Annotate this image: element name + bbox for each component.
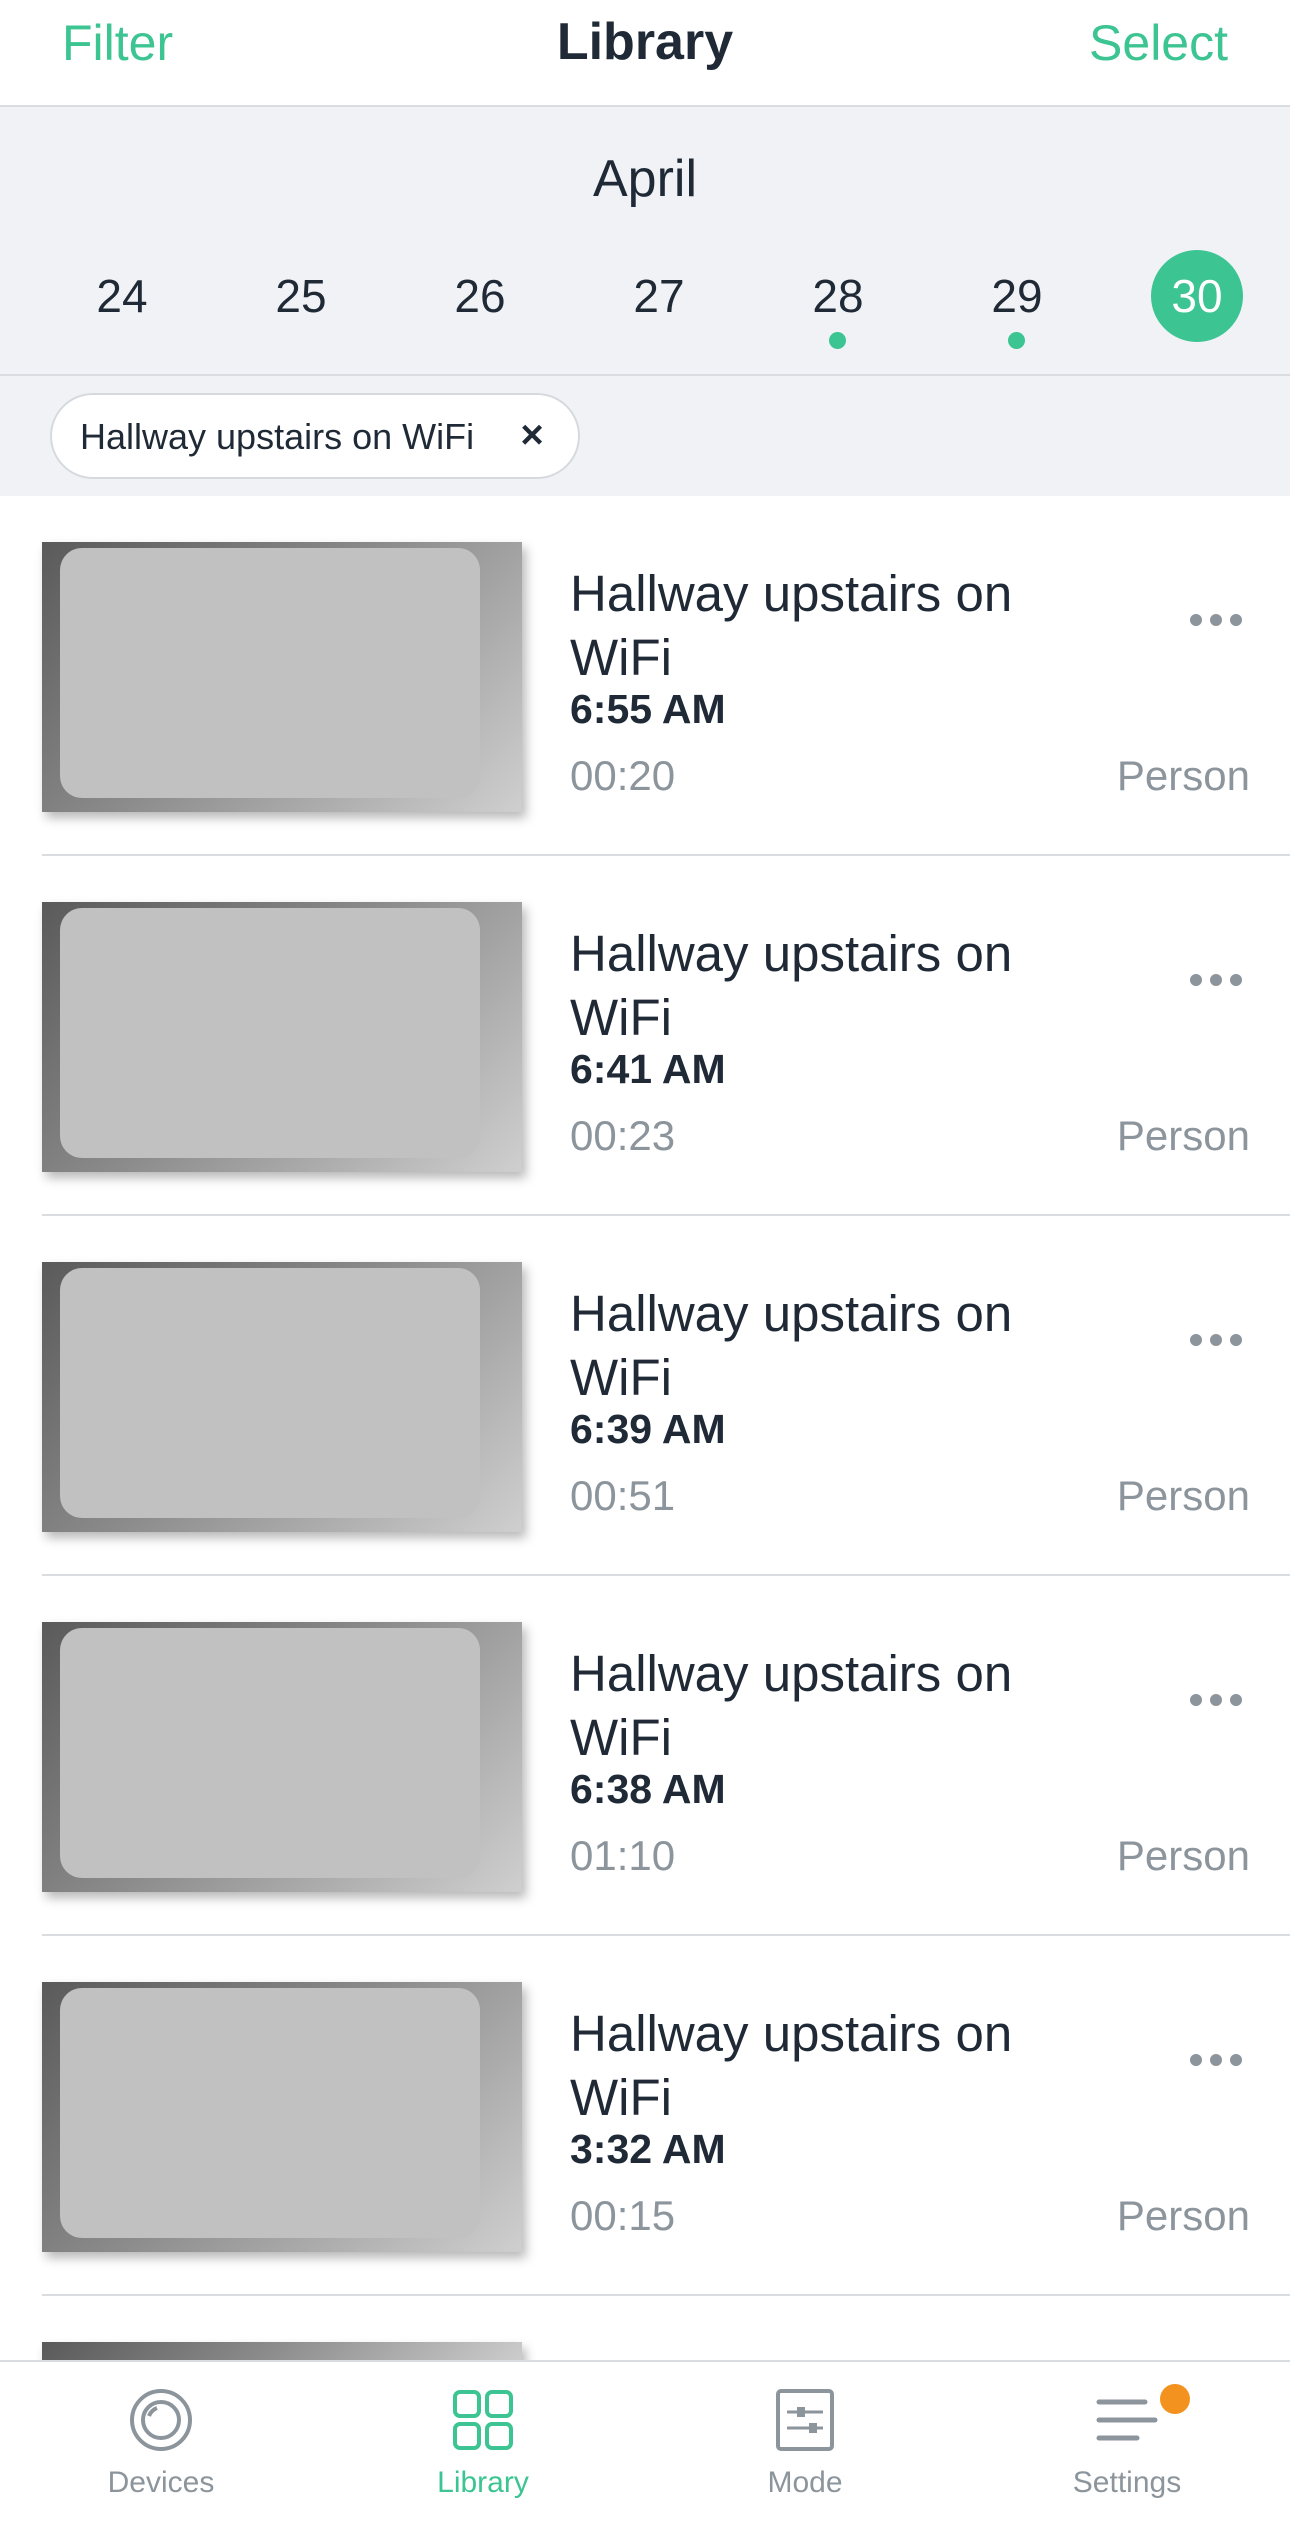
- more-dot: [1190, 974, 1202, 986]
- recording-thumbnail[interactable]: [42, 542, 522, 812]
- filter-chip-row: Hallway upstairs on WiFi ×: [0, 376, 1290, 496]
- more-options-icon[interactable]: [1190, 1694, 1246, 1708]
- settings-menu-icon: [1096, 2399, 1158, 2441]
- recording-duration: 01:10: [570, 1832, 676, 1879]
- day-number: 28: [812, 270, 864, 322]
- recording-thumbnail[interactable]: [42, 1622, 522, 1892]
- close-icon[interactable]: ×: [512, 415, 552, 455]
- month-label: April: [592, 150, 698, 208]
- detection-tag: Person: [1116, 752, 1250, 799]
- select-button[interactable]: Select: [1089, 14, 1228, 72]
- more-dot: [1190, 1694, 1202, 1706]
- thumbnail-redaction: [60, 1628, 480, 1878]
- event-dot: [1008, 332, 1025, 349]
- more-dot: [1230, 2054, 1242, 2066]
- thumbnail-redaction: [60, 908, 480, 1158]
- recording-duration: 00:15: [570, 2192, 676, 2239]
- nav-header: Filter Library Select: [0, 0, 1290, 107]
- more-dot: [1230, 614, 1242, 626]
- thumbnail-redaction: [60, 548, 480, 798]
- tab-label-settings: Settings: [1072, 2466, 1182, 2499]
- event-dot: [829, 332, 846, 349]
- more-dot: [1230, 974, 1242, 986]
- recording-item[interactable]: Hallway upstairs on WiFi 3:32 AM 00:15 Pers…: [0, 1936, 1290, 2296]
- recording-item[interactable]: Hallway upstairs on WiFi 6:38 AM 01:10 Pers…: [0, 1576, 1290, 1936]
- recording-duration: 00:23: [570, 1112, 676, 1159]
- thumbnail-redaction: [60, 1988, 480, 2238]
- day-number: 29: [991, 270, 1043, 322]
- more-dot: [1230, 1694, 1242, 1706]
- tab-mode[interactable]: Mode: [644, 2362, 966, 2533]
- tab-devices[interactable]: Devices: [0, 2362, 322, 2533]
- day-number: 26: [454, 270, 506, 322]
- recording-title: Hallway upstairs on WiFi: [570, 2005, 1013, 2126]
- recording-title: Hallway upstairs on WiFi: [570, 1285, 1013, 1406]
- day-2[interactable]: 26: [420, 250, 540, 342]
- more-dot: [1190, 1334, 1202, 1346]
- day-5[interactable]: 29: [957, 250, 1077, 349]
- library-grid-icon: [453, 2390, 513, 2450]
- tab-label-devices: Devices: [107, 2466, 215, 2499]
- more-dot: [1190, 614, 1202, 626]
- day-1[interactable]: 25: [241, 250, 361, 342]
- day-number: 24: [96, 270, 148, 322]
- tab-library[interactable]: Library: [322, 2362, 644, 2533]
- day-4[interactable]: 28: [778, 250, 898, 349]
- more-dot: [1230, 1334, 1242, 1346]
- recording-item[interactable]: Hallway upstairs on WiFi 6:41 AM 00:23 Pers…: [0, 856, 1290, 1216]
- detection-tag: Person: [1116, 1472, 1250, 1519]
- detection-tag: Person: [1116, 2192, 1250, 2239]
- recording-title: Hallway upstairs on WiFi: [570, 925, 1013, 1046]
- filter-chip-label: Hallway upstairs on WiFi: [80, 416, 475, 457]
- more-options-icon[interactable]: [1190, 974, 1246, 988]
- day-number: 27: [633, 270, 685, 322]
- recording-thumbnail[interactable]: [42, 1262, 522, 1532]
- recording-duration: 00:51: [570, 1472, 676, 1519]
- day-3[interactable]: 27: [599, 250, 719, 342]
- filter-chip[interactable]: Hallway upstairs on WiFi ×: [50, 393, 580, 479]
- more-dot: [1210, 1334, 1222, 1346]
- recording-item[interactable]: Hallway upstairs on WiFi 6:55 AM 00:20 Pers…: [0, 496, 1290, 856]
- more-dot: [1210, 2054, 1222, 2066]
- tab-label-library: Library: [437, 2466, 529, 2499]
- recording-duration: 00:20: [570, 752, 676, 799]
- date-strip: April 24 25 26 27 28 29 30: [0, 107, 1290, 376]
- more-options-icon[interactable]: [1190, 614, 1246, 628]
- devices-icon: [130, 2389, 192, 2451]
- more-dot: [1190, 2054, 1202, 2066]
- recording-time: 6:38 AM: [570, 1766, 726, 1812]
- day-0[interactable]: 24: [62, 250, 182, 342]
- more-dot: [1210, 614, 1222, 626]
- thumbnail-redaction: [60, 1268, 480, 1518]
- recording-title: Hallway upstairs on WiFi: [570, 1645, 1013, 1766]
- recording-time: 6:41 AM: [570, 1046, 726, 1092]
- more-dot: [1210, 1694, 1222, 1706]
- recording-time: 3:32 AM: [570, 2126, 726, 2172]
- recording-item[interactable]: Hallway upstairs on WiFi 6:39 AM 00:51 Pers…: [0, 1216, 1290, 1576]
- tab-label-mode: Mode: [767, 2466, 843, 2499]
- detection-tag: Person: [1116, 1832, 1250, 1879]
- mode-sliders-icon: [776, 2389, 834, 2451]
- day-number: 30: [1151, 250, 1243, 342]
- more-options-icon[interactable]: [1190, 2054, 1246, 2068]
- recording-thumbnail[interactable]: [42, 1982, 522, 2252]
- day-6[interactable]: 30: [1137, 250, 1257, 342]
- day-number: 25: [275, 270, 327, 322]
- tab-settings[interactable]: Settings: [966, 2362, 1288, 2533]
- tab-bar: Devices Library Mode Settings: [0, 2360, 1290, 2531]
- detection-tag: Person: [1116, 1112, 1250, 1159]
- recording-time: 6:39 AM: [570, 1406, 726, 1452]
- recording-time: 6:55 AM: [570, 686, 726, 732]
- notification-badge: [1160, 2384, 1190, 2414]
- row-divider: [42, 2294, 1290, 2296]
- more-dot: [1210, 974, 1222, 986]
- recording-title: Hallway upstairs on WiFi: [570, 565, 1013, 686]
- more-options-icon[interactable]: [1190, 1334, 1246, 1348]
- recording-thumbnail[interactable]: [42, 902, 522, 1172]
